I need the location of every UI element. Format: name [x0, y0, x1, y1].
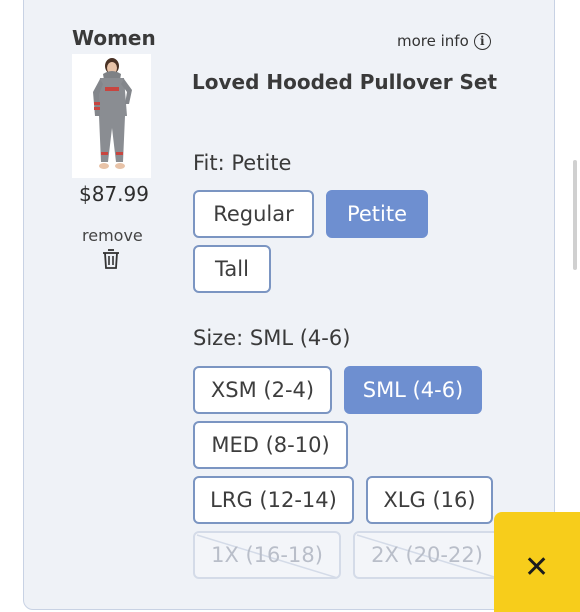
- size-option-xsm[interactable]: XSM (2-4): [193, 366, 332, 414]
- size-option-lrg[interactable]: LRG (12-14): [193, 476, 354, 524]
- item-category: Women: [72, 26, 156, 50]
- size-option-1x-unavailable: 1X (16-18): [193, 531, 341, 579]
- size-option-2x-unavailable: 2X (20-22): [353, 531, 501, 579]
- fit-option-regular[interactable]: Regular: [193, 190, 314, 238]
- fit-selected-value: Petite: [231, 151, 292, 175]
- close-button[interactable]: ✕: [494, 512, 580, 612]
- info-icon: i: [473, 32, 491, 50]
- size-option-sml[interactable]: SML (4-6): [344, 366, 482, 414]
- remove-link[interactable]: remove: [82, 226, 143, 245]
- size-option-1x-label: 1X (16-18): [211, 543, 323, 567]
- more-info-label: more info: [397, 32, 469, 50]
- fit-option-tall[interactable]: Tall: [193, 245, 271, 293]
- product-image[interactable]: [72, 54, 151, 178]
- more-info-link[interactable]: more info i: [397, 32, 491, 50]
- size-selected-value: SML (4-6): [249, 326, 351, 350]
- scrollbar[interactable]: [573, 160, 577, 270]
- product-name: Loved Hooded Pullover Set: [192, 70, 498, 94]
- size-option-2x-label: 2X (20-22): [371, 543, 483, 567]
- fit-label-text: Fit:: [193, 151, 225, 175]
- size-option-med[interactable]: MED (8-10): [193, 421, 348, 469]
- size-label-text: Size:: [193, 326, 244, 350]
- item-price: $87.99: [79, 182, 149, 206]
- fit-label: Fit: Petite: [193, 151, 291, 175]
- pajama-model-illustration: [72, 54, 151, 178]
- size-option-xlg[interactable]: XLG (16): [366, 476, 493, 524]
- fit-option-petite[interactable]: Petite: [326, 190, 428, 238]
- trash-icon[interactable]: [101, 248, 121, 270]
- size-label: Size: SML (4-6): [193, 326, 350, 350]
